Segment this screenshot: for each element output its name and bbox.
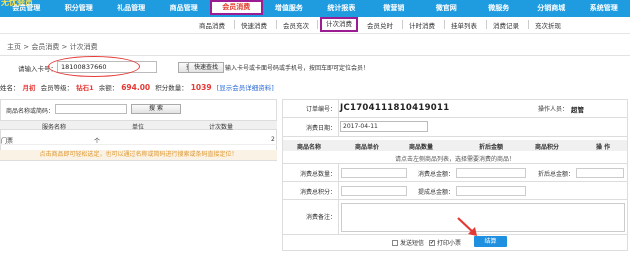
divider bbox=[282, 163, 628, 164]
column-unit: 单位 bbox=[132, 124, 145, 131]
divider bbox=[234, 20, 235, 29]
cell-service-name: 门票 bbox=[1, 138, 14, 145]
print-receipt-label: 打印小票 bbox=[437, 240, 462, 247]
checkbox-checked[interactable]: ✔ bbox=[429, 239, 435, 246]
subnav-pending-list[interactable]: 挂单列表 bbox=[451, 20, 477, 30]
subnav-quick-consume[interactable]: 快速消费 bbox=[241, 20, 267, 30]
nav-micro-site[interactable]: 微官网 bbox=[420, 2, 472, 15]
discount-total-label: 折后总金额： bbox=[537, 171, 574, 178]
goods-search-button[interactable]: 搜 索 bbox=[131, 104, 181, 114]
nav-micro-service[interactable]: 微服务 bbox=[473, 2, 525, 15]
operator-name: 超管 bbox=[571, 106, 584, 114]
divider bbox=[282, 234, 628, 235]
points-label: 积分数量： bbox=[155, 84, 188, 92]
memo-label: 消费备注： bbox=[305, 214, 336, 221]
subnav-count-cashout[interactable]: 充次折现 bbox=[535, 20, 561, 30]
divider bbox=[338, 99, 339, 136]
divider bbox=[282, 117, 628, 118]
checkbox-box[interactable] bbox=[392, 239, 398, 246]
top-nav: 无忧会员 会员管理 积分管理 礼品管理 商品管理 会员消费 增值服务 统计报表 … bbox=[0, 0, 630, 17]
divider bbox=[317, 20, 318, 29]
divider bbox=[282, 136, 628, 137]
send-sms-label: 发送短信 bbox=[400, 240, 425, 247]
column-action: 操 作 bbox=[596, 144, 611, 151]
nav-wechat-marketing[interactable]: 微营销 bbox=[368, 2, 420, 15]
memo-textarea[interactable] bbox=[341, 203, 625, 232]
date-label: 消费日期： bbox=[305, 125, 336, 132]
table-row[interactable]: 门票 个 2 bbox=[0, 135, 277, 145]
empty-order-note: 请点击左侧商品列表，选择需要消费的商品！ bbox=[394, 156, 515, 163]
column-goods-points: 商品积分 bbox=[535, 144, 560, 151]
quick-search-button[interactable]: 快速查找 bbox=[188, 62, 224, 73]
nav-points[interactable]: 积分管理 bbox=[52, 2, 104, 15]
order-number: JC1704111810419011 bbox=[340, 103, 450, 113]
service-table-header: 服务名称 单位 计次数量 bbox=[0, 120, 277, 131]
divider bbox=[276, 20, 277, 29]
subnav-consume-records[interactable]: 消费记录 bbox=[493, 20, 519, 30]
nav-member-manage[interactable]: 会员管理 bbox=[0, 2, 52, 15]
order-table-header: 商品名称 商品单价 商品数量 折后金额 商品积分 操 作 bbox=[283, 140, 627, 151]
service-list-tip: 点击商品即可轻松选定，也可以通过名称或简码进行搜索或条码直接定位！ bbox=[0, 150, 277, 160]
operator-label: 操作人员： bbox=[537, 106, 568, 113]
divider bbox=[338, 163, 339, 234]
divider bbox=[486, 20, 487, 29]
divider bbox=[402, 20, 403, 29]
divider bbox=[282, 199, 628, 200]
commission-field bbox=[456, 186, 526, 196]
order-no-label: 订单编号： bbox=[305, 106, 336, 113]
total-amount-label: 消费总金额： bbox=[417, 171, 454, 178]
highlight-circle bbox=[48, 56, 140, 77]
nav-goods[interactable]: 商品管理 bbox=[157, 2, 209, 15]
nav-reports[interactable]: 统计报表 bbox=[315, 2, 367, 15]
member-name: 月初 bbox=[22, 84, 36, 92]
column-count: 计次数量 bbox=[209, 124, 234, 131]
consume-date-input[interactable]: 2017-04-11 bbox=[340, 121, 428, 132]
subnav-recharge-count[interactable]: 会员充次 bbox=[283, 20, 309, 30]
discount-total-field bbox=[576, 168, 624, 178]
total-count-field bbox=[341, 168, 407, 178]
subnav-goods-consume[interactable]: 商品消费 bbox=[199, 20, 225, 30]
breadcrumb: 主页 > 会员消费 > 计次消费 bbox=[7, 43, 98, 51]
nav-gifts[interactable]: 礼品管理 bbox=[105, 2, 157, 15]
sub-nav: 商品消费 快速消费 会员充次 计次消费 会员兑时 计时消费 挂单列表 消费记录 … bbox=[0, 17, 630, 34]
cell-unit: 个 bbox=[94, 138, 101, 145]
member-detail-link[interactable]: [显示会员详细资料] bbox=[217, 84, 274, 92]
subnav-time-consume[interactable]: 计时消费 bbox=[409, 20, 435, 30]
name-label: 姓名： bbox=[0, 84, 20, 92]
member-balance: 694.00 bbox=[121, 83, 151, 92]
total-points-field bbox=[341, 186, 407, 196]
member-points: 1039 bbox=[190, 83, 212, 92]
commission-label: 提成总金额： bbox=[417, 189, 454, 196]
column-quantity: 商品数量 bbox=[409, 144, 434, 151]
total-points-label: 消费总积分： bbox=[299, 189, 336, 196]
member-level: 钻石1 bbox=[76, 84, 94, 92]
subnav-count-consume[interactable]: 计次消费 bbox=[320, 17, 358, 32]
member-info: 姓名： 月初 会员等级： 钻石1 余额： 694.00 积分数量： 1039 [显示会员… bbox=[0, 82, 277, 92]
subnav-exchange-time[interactable]: 会员兑时 bbox=[367, 20, 393, 30]
nav-member-consume[interactable]: 会员消费 bbox=[209, 0, 263, 15]
column-unit-price: 商品单价 bbox=[355, 144, 380, 151]
column-goods-name: 商品名称 bbox=[297, 144, 322, 151]
level-label: 会员等级： bbox=[40, 84, 74, 92]
total-amount-field bbox=[456, 168, 526, 178]
divider bbox=[282, 181, 628, 182]
balance-label: 余额： bbox=[98, 84, 119, 92]
send-sms-checkbox[interactable]: 发送短信 bbox=[392, 238, 424, 247]
goods-search-input[interactable] bbox=[55, 104, 127, 114]
column-discount-amount: 折后金额 bbox=[479, 144, 504, 151]
nav-value-added[interactable]: 增值服务 bbox=[263, 2, 315, 15]
print-receipt-checkbox[interactable]: ✔ 打印小票 bbox=[429, 238, 461, 247]
divider bbox=[444, 20, 445, 29]
goods-search-label: 商品名称或简码： bbox=[6, 108, 55, 115]
column-service-name: 服务名称 bbox=[42, 124, 67, 131]
total-count-label: 消费总数量： bbox=[299, 171, 336, 178]
pointer-arrow-icon bbox=[457, 217, 477, 236]
nav-system[interactable]: 系统管理 bbox=[577, 2, 629, 15]
card-tip: 输入卡号或卡面号码或手机号，按回车即可定位会员！ bbox=[225, 65, 370, 72]
nav-mall[interactable]: 分销商城 bbox=[525, 2, 577, 15]
cell-count: 2 bbox=[271, 136, 275, 143]
divider bbox=[528, 20, 529, 29]
